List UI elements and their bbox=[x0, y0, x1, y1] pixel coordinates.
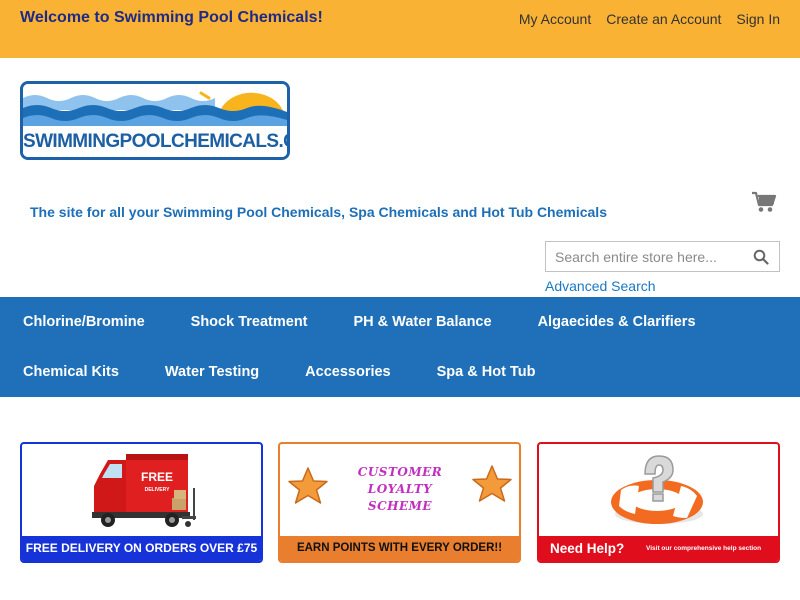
free-delivery-banner[interactable]: FREE DELIVERY FREE DELIVERY ON ORDERS OV… bbox=[20, 442, 263, 563]
my-account-link[interactable]: My Account bbox=[519, 11, 591, 27]
help-title: Need Help? bbox=[550, 541, 625, 556]
help-subtitle: Visit our comprehensive help section bbox=[646, 545, 762, 552]
loyalty-title-line-3: SCHEME bbox=[367, 499, 433, 513]
loyalty-caption: EARN POINTS WITH EVERY ORDER!! bbox=[280, 536, 519, 561]
nav-item-accessories[interactable]: Accessories bbox=[282, 347, 413, 397]
nav-row-2: Chemical Kits Water Testing Accessories … bbox=[0, 347, 558, 397]
logo-text: SWIMMINGPOOLCHEMICALS.CO.UK bbox=[23, 126, 287, 157]
shopping-cart-icon[interactable] bbox=[751, 190, 777, 214]
free-delivery-caption: FREE DELIVERY ON ORDERS OVER £75 bbox=[22, 536, 261, 561]
van-free-text: FREE bbox=[141, 470, 173, 484]
search-box bbox=[545, 241, 780, 272]
main-navigation: Chlorine/Bromine Shock Treatment PH & Wa… bbox=[0, 297, 800, 397]
search-icon[interactable] bbox=[753, 249, 769, 265]
nav-item-chlorine-bromine[interactable]: Chlorine/Bromine bbox=[0, 297, 168, 347]
account-links: My Account Create an Account Sign In bbox=[519, 11, 780, 27]
top-bar: Welcome to Swimming Pool Chemicals! My A… bbox=[0, 0, 800, 58]
loyalty-scheme-banner[interactable]: CUSTOMER LOYALTY SCHEME EARN POINTS WITH… bbox=[278, 442, 521, 563]
sign-in-link[interactable]: Sign In bbox=[736, 11, 780, 27]
nav-item-water-testing[interactable]: Water Testing bbox=[142, 347, 282, 397]
van-delivery-text: DELIVERY bbox=[145, 487, 170, 493]
loyalty-title-line-2: LOYALTY bbox=[367, 482, 433, 496]
create-account-link[interactable]: Create an Account bbox=[606, 11, 721, 27]
lifebuoy-question-icon bbox=[611, 455, 703, 524]
advanced-search-link[interactable]: Advanced Search bbox=[545, 278, 656, 294]
help-caption: Need Help? Visit our comprehensive help … bbox=[539, 536, 778, 561]
search-input[interactable] bbox=[546, 242, 746, 271]
nav-item-ph-water-balance[interactable]: PH & Water Balance bbox=[331, 297, 515, 347]
nav-item-chemical-kits[interactable]: Chemical Kits bbox=[0, 347, 142, 397]
nav-item-shock-treatment[interactable]: Shock Treatment bbox=[168, 297, 331, 347]
loyalty-title: CUSTOMER LOYALTY SCHEME bbox=[350, 464, 450, 515]
nav-item-spa-hot-tub[interactable]: Spa & Hot Tub bbox=[414, 347, 559, 397]
site-logo[interactable]: SWIMMINGPOOLCHEMICALS.CO.UK bbox=[20, 81, 290, 160]
site-tagline: The site for all your Swimming Pool Chem… bbox=[30, 204, 607, 220]
welcome-message: Welcome to Swimming Pool Chemicals! bbox=[20, 9, 323, 26]
nav-item-algaecides-clarifiers[interactable]: Algaecides & Clarifiers bbox=[515, 297, 719, 347]
delivery-van-icon: FREE DELIVERY bbox=[92, 454, 196, 527]
loyalty-title-line-1: CUSTOMER bbox=[357, 465, 443, 479]
help-banner[interactable]: Need Help? Visit our comprehensive help … bbox=[537, 442, 780, 563]
nav-row-1: Chlorine/Bromine Shock Treatment PH & Wa… bbox=[0, 297, 719, 347]
